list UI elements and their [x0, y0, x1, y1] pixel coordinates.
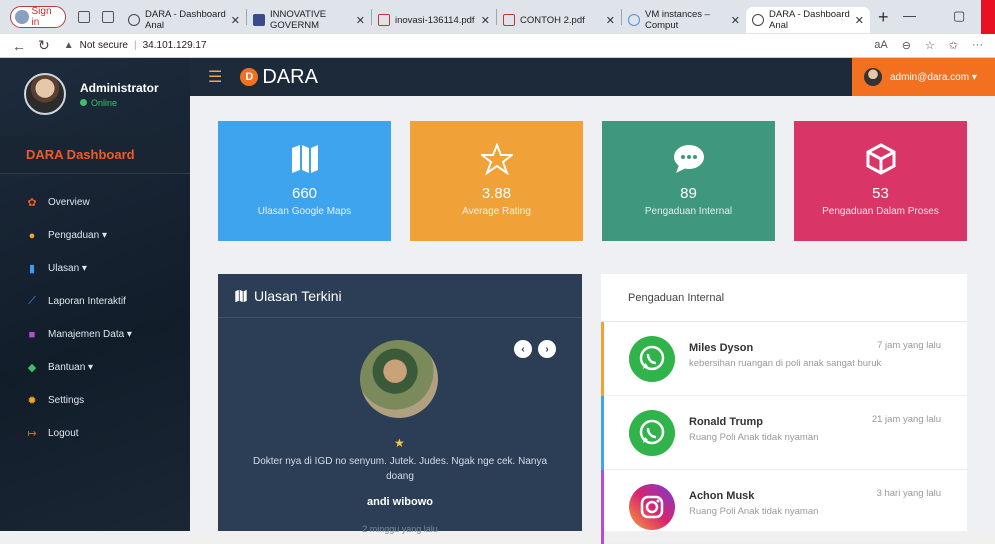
sidebar: Administrator Online DARA Dashboard ✿ Ove…: [0, 58, 190, 531]
database-icon: ■: [28, 328, 36, 341]
cloud-icon: [628, 14, 640, 26]
signin-button[interactable]: Sign in: [10, 6, 66, 28]
sidebar-item-bantuan[interactable]: ◆ Bantuan ▾: [0, 351, 190, 384]
rating-star-icon: ★: [394, 436, 405, 450]
online-status: Online: [80, 98, 159, 108]
review-time: 2 minggu yang lalu: [362, 524, 438, 534]
close-icon[interactable]: ✕: [481, 14, 490, 27]
new-tab-button[interactable]: +: [878, 7, 889, 28]
sidebar-item-settings[interactable]: ✹ Settings: [0, 384, 190, 417]
avatar: [864, 68, 882, 86]
stat-card-pengaduan-proses[interactable]: 53 Pengaduan Dalam Proses: [794, 121, 967, 241]
sidebar-item-laporan[interactable]: ⟋ Laporan Interaktif: [0, 285, 190, 318]
zoom-icon[interactable]: ⊖: [902, 39, 911, 52]
warning-icon: ▲: [63, 40, 74, 51]
reviewer-name: andi wibowo: [367, 496, 433, 508]
user-name: Administrator: [80, 80, 159, 95]
workspaces-icon[interactable]: [78, 11, 90, 23]
sidebar-title: DARA Dashboard: [0, 136, 190, 174]
reload-icon[interactable]: ↻: [38, 37, 50, 54]
profile-icon: [15, 10, 29, 24]
minimize-button[interactable]: —: [903, 8, 916, 23]
menu-toggle-icon[interactable]: ☰: [208, 67, 222, 87]
brand-logo[interactable]: D DARA: [240, 66, 318, 89]
list-item[interactable]: Miles Dyson kebersihan ruangan di poli a…: [601, 322, 967, 396]
window-close-button[interactable]: [981, 0, 995, 34]
review-text: Dokter nya di IGD no senyum. Jutek. Jude…: [252, 456, 548, 482]
close-icon[interactable]: ✕: [731, 14, 740, 27]
brand-mark-icon: D: [240, 68, 259, 86]
internal-complaints-panel: Pengaduan Internal Miles Dyson kebersiha…: [601, 274, 967, 544]
list-item[interactable]: Achon Musk Ruang Poli Anak tidak nyaman …: [601, 470, 967, 544]
top-navbar: ☰ D DARA admin@dara.com ▾: [190, 58, 995, 96]
map-icon: ▮: [28, 263, 36, 275]
close-icon[interactable]: ✕: [855, 14, 864, 27]
read-aloud-icon[interactable]: aA: [874, 39, 887, 52]
comment-icon: [673, 145, 704, 173]
chart-icon: ⟋: [28, 295, 36, 307]
diamond-icon: ◆: [27, 362, 37, 374]
map-icon: [235, 289, 247, 302]
browser-tab[interactable]: CONTOH 2.pdf ✕: [497, 7, 621, 33]
address-bar: ← ↻ ▲ Not secure | 34.101.129.17 aA ⊖ ☆ …: [0, 34, 995, 58]
shield-icon: [253, 14, 265, 26]
instagram-icon: [629, 484, 675, 530]
maximize-button[interactable]: ▢: [953, 8, 965, 24]
main-content: 660 Ulasan Google Maps 3.88 Average Rati…: [190, 96, 995, 544]
carousel-prev-button[interactable]: ‹: [514, 340, 532, 358]
browser-tab-bar: Sign in DARA - Dashboard Anal ✕ INNOVATIV…: [0, 0, 995, 34]
star-icon: [480, 143, 513, 175]
status-dot-icon: [80, 99, 87, 106]
url-field[interactable]: ▲ Not secure | 34.101.129.17: [64, 40, 207, 51]
browser-tab[interactable]: DARA - Dashboard Anal ✕: [122, 7, 246, 33]
pdf-icon: [503, 14, 515, 26]
sidebar-item-ulasan[interactable]: ▮ Ulasan ▾: [0, 252, 190, 285]
pdf-icon: [378, 14, 390, 26]
back-icon[interactable]: ←: [12, 38, 26, 54]
browser-tab[interactable]: INNOVATIVE GOVERNM ✕: [247, 7, 371, 33]
sidebar-item-manajemen-data[interactable]: ■ Manajemen Data ▾: [0, 318, 190, 351]
box-icon: [866, 143, 895, 175]
carousel-next-button[interactable]: ›: [538, 340, 556, 358]
stat-card-pengaduan-internal[interactable]: 89 Pengaduan Internal: [602, 121, 775, 241]
browser-tab[interactable]: VM instances – Comput ✕: [622, 7, 746, 33]
sidebar-item-pengaduan[interactable]: ● Pengaduan ▾: [0, 219, 190, 252]
sidebar-item-logout[interactable]: ↦ Logout: [0, 417, 190, 450]
map-icon: [291, 145, 318, 173]
user-menu-button[interactable]: admin@dara.com ▾: [852, 58, 995, 96]
gear-icon: ✹: [27, 395, 37, 407]
sidebar-item-overview[interactable]: ✿ Overview: [0, 186, 190, 219]
whatsapp-icon: [629, 336, 675, 382]
tab-actions-icon[interactable]: [102, 11, 114, 23]
user-profile: Administrator Online: [0, 58, 190, 130]
avatar: [24, 73, 66, 115]
globe-icon: [128, 14, 140, 26]
browser-tab[interactable]: inovasi-136114.pdf ✕: [372, 7, 496, 33]
close-icon[interactable]: ✕: [606, 14, 615, 27]
whatsapp-icon: [629, 410, 675, 456]
list-item[interactable]: Ronald Trump Ruang Poli Anak tidak nyama…: [601, 396, 967, 470]
browser-tab-active[interactable]: DARA - Dashboard Anal ✕: [746, 7, 870, 33]
palette-icon: ✿: [27, 197, 37, 209]
close-icon[interactable]: ✕: [356, 14, 365, 27]
recent-reviews-panel: Ulasan Terkini ‹ › ★ Dokter nya di IGD n…: [218, 274, 582, 534]
panel-title: Ulasan Terkini: [254, 287, 342, 304]
logout-icon: ↦: [27, 428, 37, 440]
panel-title: Pengaduan Internal: [601, 274, 967, 322]
globe-icon: [752, 14, 764, 26]
favorites-icon[interactable]: ✩: [949, 39, 958, 52]
more-icon[interactable]: ···: [972, 39, 983, 52]
stat-card-google-maps[interactable]: 660 Ulasan Google Maps: [218, 121, 391, 241]
reviewer-photo: [360, 340, 438, 418]
stat-card-average-rating[interactable]: 3.88 Average Rating: [410, 121, 583, 241]
favorite-star-icon[interactable]: ☆: [925, 39, 935, 52]
close-icon[interactable]: ✕: [231, 14, 240, 27]
comment-icon: ●: [28, 229, 36, 242]
